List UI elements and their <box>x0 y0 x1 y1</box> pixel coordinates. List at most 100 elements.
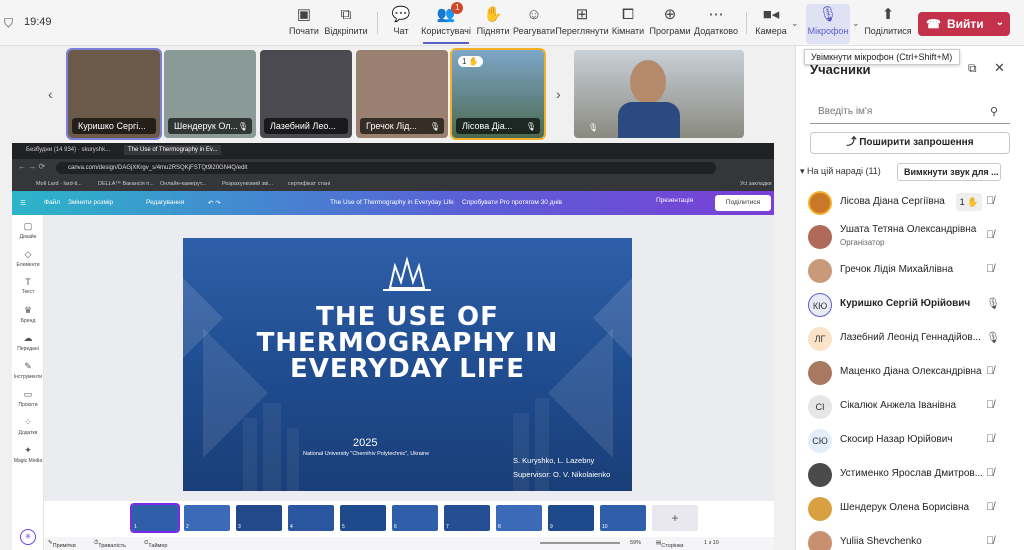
sidebar-item-apps[interactable]: ⁘ Додатки <box>12 417 44 436</box>
browser-tab[interactable]: Безбудни (14 934) · skuryshk... <box>26 147 110 153</box>
video-tile[interactable]: Гречок Лід... 🎙 <box>356 50 448 138</box>
zoom-level[interactable]: 59% <box>630 540 641 546</box>
microphone-button[interactable]: 🎙 Мікрофон <box>806 4 850 44</box>
undo-redo-icon[interactable]: ↶ ↷ <box>208 199 221 207</box>
chevron-left-icon[interactable]: ‹ <box>48 86 53 102</box>
mic-off-icon: 🎙̸ <box>986 195 995 207</box>
toolbar-divider <box>377 12 378 34</box>
mic-off-icon: 🎙̸ <box>986 263 995 275</box>
apps-button[interactable]: ⊕ Програми <box>650 4 691 44</box>
file-menu[interactable]: Файл <box>44 199 60 206</box>
browser-tab-active[interactable]: The Use of Thermography in Ev... <box>124 145 222 155</box>
in-meeting-group-header[interactable]: ▾ На цій нараді (11) <box>800 166 881 177</box>
participant-row[interactable]: ЛГ Лазебний Леонід Геннадійов... 🎙 <box>796 322 1024 356</box>
duration-button[interactable]: ⏱ Тривалість <box>94 540 126 549</box>
video-tile[interactable]: Лазебний Лео... <box>260 50 352 138</box>
participants-panel: Учасники ⧉ ✕ ⚲ ⤴ Поширити запрошення ▾ Н… <box>795 46 1024 550</box>
slide-thumbnail[interactable]: 2 <box>184 505 230 531</box>
add-page-button[interactable]: + <box>652 505 698 531</box>
notes-button[interactable]: ✎ Примітки <box>48 540 76 549</box>
camera-options-chevron-icon[interactable]: ⌄ <box>791 18 799 29</box>
raise-hand-button[interactable]: ✋ Підняти <box>476 4 510 44</box>
slide-thumbnail[interactable]: 3 <box>236 505 282 531</box>
back-forward-icon[interactable]: ← → ⟳ <box>18 162 45 171</box>
react-button[interactable]: ☺ Реагувати <box>513 4 555 44</box>
participant-row[interactable]: Ушата Тетяна Олександрівна Організатор 🎙… <box>796 220 1024 254</box>
menu-icon[interactable]: ☰ <box>20 199 26 207</box>
view-icon: ⊞ <box>575 6 589 23</box>
magic-assistant-icon[interactable]: ✳ <box>20 529 36 545</box>
raised-hand-badge: 1 ✋ <box>956 193 982 211</box>
participant-row[interactable]: Yuliia Shevchenko 🎙̸ <box>796 526 1024 550</box>
chat-button[interactable]: 💬 Чат <box>388 4 414 44</box>
video-tile[interactable]: Куришко Сергі... <box>66 48 162 140</box>
share-screen-button[interactable]: ⬆ Поділитися <box>864 4 911 44</box>
zoom-slider[interactable] <box>540 542 620 544</box>
mic-options-chevron-icon[interactable]: ⌄ <box>852 18 860 29</box>
video-tile[interactable]: 1 ✋ Лісова Діа... 🎙 <box>450 48 546 140</box>
participants-button[interactable]: 👥 1 Користувачі <box>421 2 471 44</box>
avatar <box>808 497 832 521</box>
rooms-button[interactable]: ⧠ Кімнати <box>612 4 644 44</box>
raise-hand-icon: ✋ <box>483 6 503 23</box>
camera-button[interactable]: ■◂ Камера <box>754 4 788 44</box>
avatar: ЛГ <box>808 327 832 351</box>
resize-button[interactable]: Змінити розмір <box>68 199 113 206</box>
video-tile[interactable]: 🎙 <box>574 50 744 138</box>
sidebar-item-design[interactable]: ▢ Дизайн <box>12 221 44 240</box>
canva-share-button[interactable]: Поділитися <box>715 195 771 211</box>
slide-thumbnail[interactable]: 1 <box>130 503 180 533</box>
try-pro-button[interactable]: Спробувати Pro протягом 30 днів <box>462 199 562 206</box>
slide-thumbnail[interactable]: 4 <box>288 505 334 531</box>
slide-thumbnail[interactable]: 8 <box>496 505 542 531</box>
record-button[interactable]: ▣ Почати <box>288 4 320 44</box>
timer-button[interactable]: ⏲ Таймер <box>144 540 167 549</box>
slide-thumbnail[interactable]: 9 <box>548 505 594 531</box>
participant-row[interactable]: Гречок Лідія Михайлівна 🎙̸ <box>796 254 1024 288</box>
mic-off-icon: 🎙̸ <box>986 501 995 513</box>
bookmark[interactable]: сертифікат стані <box>288 181 330 187</box>
sidebar-item-magic-media[interactable]: ✦ Magic Media <box>12 445 44 464</box>
leave-button[interactable]: ☎ Вийти ⌄ <box>918 12 1010 36</box>
unpin-button[interactable]: ⧉ Відкріпити <box>323 4 369 44</box>
mute-all-button[interactable]: Вимкнути звук для ... <box>897 163 1001 181</box>
pop-out-icon[interactable]: ⧉ <box>968 61 977 76</box>
slide-thumbnails: 1 2 3 4 5 6 7 8 9 10 + <box>44 501 774 537</box>
url-field[interactable]: canva.com/design/DAGjXKrgv_s/4mu2RSQKjFS… <box>56 162 716 174</box>
participant-row[interactable]: Маценко Діана Олександрівна 🎙̸ <box>796 356 1024 390</box>
participant-row[interactable]: Устименко Ярослав Дмитров... 🎙̸ <box>796 458 1024 492</box>
sidebar-item-brand[interactable]: ♛ Бренд <box>12 305 44 324</box>
sidebar-item-text[interactable]: T Текст <box>12 277 44 295</box>
bookmark[interactable]: DELLA™ Вакансія п... <box>98 181 154 187</box>
participant-row[interactable]: Лісова Діана Сергіївна 1 ✋ 🎙̸ <box>796 186 1024 220</box>
presentation-slide[interactable]: THE USE OF THERMOGRAPHY IN EVERYDAY LIFE… <box>183 238 632 491</box>
slide-thumbnail[interactable]: 10 <box>600 505 646 531</box>
participant-row[interactable]: Шендерук Олена Борисівна 🎙̸ <box>796 492 1024 526</box>
sidebar-item-tools[interactable]: ✎ Інструменти <box>12 361 44 380</box>
document-title[interactable]: The Use of Thermography in Everyday Life <box>330 199 454 206</box>
present-button[interactable]: Презентація <box>656 197 693 204</box>
view-button[interactable]: ⊞ Переглянути <box>555 4 608 44</box>
sidebar-item-elements[interactable]: ◇ Елементи <box>12 249 44 268</box>
slide-thumbnail[interactable]: 5 <box>340 505 386 531</box>
close-icon[interactable]: ✕ <box>994 60 1005 76</box>
participant-row[interactable]: КЮ Куришко Сергій Юрійович 🎙 <box>796 288 1024 322</box>
editing-mode[interactable]: Редагування <box>146 199 184 206</box>
react-icon: ☺ <box>526 6 542 23</box>
more-button[interactable]: ⋯ Додатково <box>694 4 738 44</box>
slide-thumbnail[interactable]: 7 <box>444 505 490 531</box>
sidebar-item-projects[interactable]: ▭ Проєкти <box>12 389 44 408</box>
participant-row[interactable]: СІ Сікалюк Анжела Іванівна 🎙̸ <box>796 390 1024 424</box>
share-invite-button[interactable]: ⤴ Поширити запрошення <box>810 132 1010 154</box>
video-tile[interactable]: Шендерук Ол... 🎙 <box>164 50 256 138</box>
slide-thumbnail[interactable]: 6 <box>392 505 438 531</box>
bookmark[interactable]: Розрахунковий зві... <box>222 181 273 187</box>
all-bookmarks[interactable]: Усі закладки <box>740 181 772 187</box>
participant-search-input[interactable] <box>810 100 1010 124</box>
chevron-right-icon[interactable]: › <box>556 86 561 102</box>
bookmark[interactable]: Moll Lard · lard-ti... <box>36 181 82 187</box>
sidebar-item-uploads[interactable]: ☁ Передані <box>12 333 44 352</box>
bookmark[interactable]: Онлайн-камерут... <box>160 181 206 187</box>
participant-row[interactable]: СЮ Скосир Назар Юрійович 🎙̸ <box>796 424 1024 458</box>
pages-button[interactable]: ▤ Сторінки <box>656 540 684 549</box>
